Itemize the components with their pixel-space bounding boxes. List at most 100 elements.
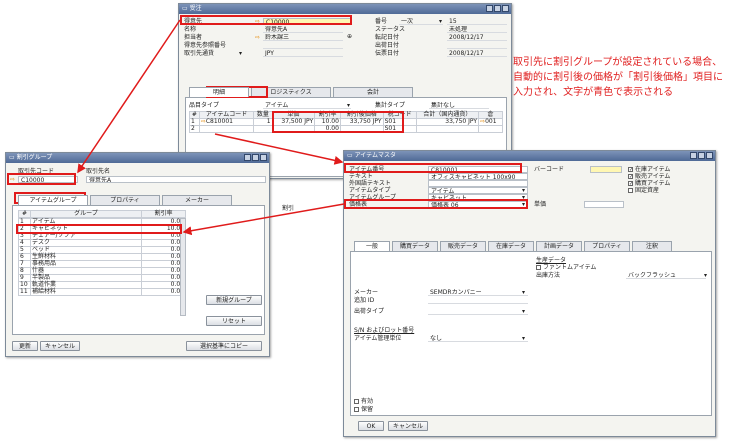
- bp-name-field[interactable]: 得意先A: [263, 26, 343, 33]
- doc-date-field[interactable]: 2008/12/17: [447, 50, 507, 57]
- issue-method-select[interactable]: バックフラッシュ: [626, 272, 706, 279]
- maximize-icon[interactable]: [252, 154, 259, 161]
- label-shipping-type: 出荷タイプ: [354, 308, 385, 315]
- checkbox-icon[interactable]: [536, 265, 541, 270]
- doc-number-field[interactable]: 15: [447, 18, 507, 25]
- item-master-titlebar[interactable]: ▭ アイテムマスタ: [344, 151, 715, 161]
- cell[interactable]: [478, 125, 503, 133]
- barcode-field[interactable]: [590, 166, 622, 173]
- ok-button[interactable]: OK: [358, 421, 384, 431]
- check-purchase[interactable]: 購買アイテム: [628, 180, 670, 187]
- tab-accounting[interactable]: 会計: [333, 87, 413, 97]
- minimize-icon[interactable]: [244, 154, 251, 161]
- tab-general[interactable]: 一般: [354, 241, 390, 251]
- discount-group-titlebar[interactable]: ▭ 割引グループ: [6, 153, 269, 163]
- chevron-down-icon[interactable]: ▾: [704, 272, 707, 279]
- tab-item-group[interactable]: アイテムグループ: [18, 195, 88, 205]
- currency-field[interactable]: JPY: [263, 50, 343, 57]
- minimize-icon[interactable]: [486, 5, 493, 12]
- contact-lookup-icon[interactable]: ⊕: [347, 33, 352, 40]
- unit-price-field[interactable]: [584, 201, 624, 208]
- checkbox-icon[interactable]: [628, 174, 633, 179]
- chevron-down-icon[interactable]: ▾: [239, 50, 242, 57]
- tab-manufacturer[interactable]: メーカー: [162, 195, 232, 205]
- checkbox-icon[interactable]: [628, 181, 633, 186]
- tab-sales[interactable]: 販売データ: [440, 241, 486, 251]
- close-icon[interactable]: [260, 154, 267, 161]
- contact-field[interactable]: 鈴木課三: [263, 34, 343, 41]
- series-select[interactable]: 一次: [399, 18, 443, 25]
- tab-purchasing[interactable]: 購買データ: [392, 241, 438, 251]
- cell[interactable]: 0.00: [141, 288, 186, 296]
- cell[interactable]: 1: [253, 118, 273, 126]
- foreign-desc-field[interactable]: [428, 180, 528, 187]
- cell[interactable]: ⇨001: [478, 118, 503, 126]
- reset-button[interactable]: リセット: [206, 316, 262, 326]
- label-description: テキスト: [349, 173, 373, 180]
- sales-order-title: 受注: [189, 5, 202, 12]
- posting-date-field[interactable]: 2008/12/17: [447, 34, 507, 41]
- item-type-select[interactable]: アイテム: [428, 187, 528, 194]
- sales-order-titlebar[interactable]: ▭ 受注: [179, 4, 511, 14]
- shipping-type-select[interactable]: [428, 308, 528, 315]
- summary-select[interactable]: 集計なし: [429, 102, 489, 109]
- discount-table: # グループ 割引率: [18, 210, 186, 218]
- checkbox-icon[interactable]: [354, 399, 359, 404]
- additional-id-field[interactable]: [428, 297, 528, 304]
- copy-to-selection-button[interactable]: 選択基準にコピー: [186, 341, 262, 351]
- delivery-date-field[interactable]: [447, 42, 507, 49]
- minimize-icon[interactable]: [690, 152, 697, 159]
- cancel-button[interactable]: キャンセル: [388, 421, 428, 431]
- cancel-button[interactable]: キャンセル: [40, 341, 80, 351]
- chevron-down-icon[interactable]: ▾: [522, 335, 525, 342]
- cell[interactable]: [198, 125, 255, 133]
- tab-contents[interactable]: 明細: [189, 87, 249, 97]
- chevron-down-icon[interactable]: ▾: [522, 308, 525, 315]
- checkbox-icon[interactable]: [628, 188, 633, 193]
- chevron-down-icon[interactable]: ▾: [522, 187, 525, 194]
- check-sales[interactable]: 販売アイテム: [628, 173, 670, 180]
- table-row[interactable]: 11 補給材料 0.00: [18, 288, 186, 296]
- label-number: 番号: [375, 18, 388, 25]
- chevron-down-icon[interactable]: ▾: [522, 289, 525, 296]
- tab-planning[interactable]: 計画データ: [536, 241, 582, 251]
- check-active[interactable]: 有効: [354, 398, 373, 405]
- highlight-item-no: [344, 163, 522, 173]
- bp-name-field[interactable]: 得意先A: [86, 176, 266, 183]
- new-group-button[interactable]: 新規グループ: [206, 295, 262, 305]
- cell[interactable]: 33,750 JPY: [415, 118, 480, 126]
- cell[interactable]: [253, 125, 273, 133]
- tab-properties[interactable]: プロパティ: [584, 241, 630, 251]
- update-button[interactable]: 更新: [12, 341, 38, 351]
- checkbox-icon[interactable]: [628, 167, 633, 172]
- checkbox-icon[interactable]: [354, 407, 359, 412]
- chevron-down-icon[interactable]: ▾: [347, 102, 350, 109]
- cell[interactable]: 11: [18, 288, 31, 296]
- label-contact: 担当者: [184, 34, 203, 41]
- cell[interactable]: 事務用品: [30, 260, 142, 268]
- chevron-down-icon[interactable]: ▾: [439, 18, 442, 25]
- label-posting-date: 転記日付: [375, 34, 400, 41]
- cell[interactable]: ⇨C810001: [198, 118, 255, 126]
- manufacturer-select[interactable]: SEMDRカンパニー: [428, 289, 528, 296]
- check-fixed-asset[interactable]: 固定資産: [628, 187, 659, 194]
- check-phantom[interactable]: ファントムアイテム: [536, 264, 596, 271]
- item-type-select[interactable]: アイテム: [263, 102, 351, 109]
- maximize-icon[interactable]: [494, 5, 501, 12]
- tab-inventory[interactable]: 在庫データ: [488, 241, 534, 251]
- cell[interactable]: [415, 125, 480, 133]
- check-inventory[interactable]: 在庫アイテム: [628, 166, 670, 173]
- close-icon[interactable]: [706, 152, 713, 159]
- cell[interactable]: 補給材料: [30, 288, 142, 296]
- tab-properties[interactable]: プロパティ: [90, 195, 160, 205]
- tab-remarks[interactable]: 注釈: [632, 241, 672, 251]
- manage-by-select[interactable]: なし: [428, 335, 528, 342]
- status-field[interactable]: 未処理: [447, 26, 507, 33]
- link-arrow-icon[interactable]: ⇨: [255, 34, 260, 41]
- check-hold[interactable]: 保留: [354, 406, 373, 413]
- description-field[interactable]: オフィスキャビネット 100x90: [428, 173, 528, 180]
- maximize-icon[interactable]: [698, 152, 705, 159]
- window-icon: ▭: [9, 154, 17, 161]
- ref-field[interactable]: [263, 42, 343, 49]
- close-icon[interactable]: [502, 5, 509, 12]
